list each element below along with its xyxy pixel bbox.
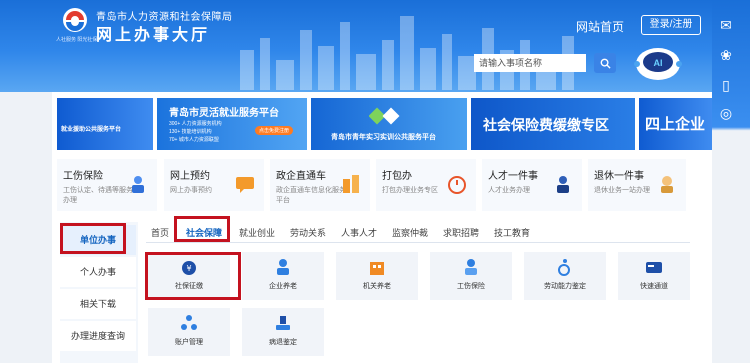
tab-employment[interactable]: 就业创业 <box>239 226 275 239</box>
tab-labor-relations[interactable]: 劳动关系 <box>290 226 326 239</box>
nav-downloads[interactable]: 相关下载 <box>60 289 136 319</box>
banner-line: 70+ 城市人力资源联盟 <box>169 137 219 143</box>
worker-icon <box>465 259 477 275</box>
service-institution-pension[interactable]: 机关养老 <box>336 252 418 300</box>
building-icon <box>370 262 384 275</box>
wheelchair-icon <box>558 259 570 276</box>
service-label: 病退鉴定 <box>269 339 297 346</box>
service-fast-track[interactable]: 快速通道 <box>618 252 690 300</box>
nav-personal-services[interactable]: 个人办事 <box>60 257 136 287</box>
card-online-booking[interactable]: 网上预约 网上办事预约 <box>164 159 264 211</box>
banner-line: 300+ 人力资源服务机构 <box>169 121 222 127</box>
tab-technical-education[interactable]: 技工教育 <box>494 226 530 239</box>
search-button[interactable] <box>594 53 616 73</box>
tab-divider <box>146 242 690 243</box>
tab-personnel[interactable]: 人事人才 <box>341 226 377 239</box>
home-link[interactable]: 网站首页 <box>576 18 624 35</box>
card-desc: 工伤认定、待遇等服务办理 <box>63 187 133 204</box>
ai-assistant-robot-icon[interactable]: AI <box>633 40 683 82</box>
banner-title: 青岛市灵活就业服务平台 <box>169 108 279 119</box>
city-skyline-graphic <box>240 16 574 90</box>
service-work-injury-insurance[interactable]: 工伤保险 <box>430 252 512 300</box>
mini-program-icon[interactable]: ❀ <box>715 44 737 66</box>
service-account-management[interactable]: 账户管理 <box>148 308 230 356</box>
banner-deferred-payment[interactable]: 社会保险费缓缴专区 <box>471 98 635 150</box>
highlight-box-nav <box>60 223 126 254</box>
banner-title: 四上企业 <box>645 116 706 133</box>
highlight-box-tab <box>174 216 230 242</box>
search-icon <box>600 58 611 69</box>
highlight-box-service <box>145 252 241 300</box>
service-label: 工伤保险 <box>457 283 485 290</box>
card-package-service[interactable]: 打包办 打包办理业务专区 <box>376 159 476 211</box>
search-input[interactable] <box>474 54 586 72</box>
chat-icon <box>236 177 254 193</box>
card-retirement-service[interactable]: 退休一件事 退休业务一站办理 <box>588 159 686 211</box>
card-work-injury[interactable]: 工伤保险 工伤认定、待遇等服务办理 <box>57 159 157 211</box>
service-work-ability-assessment[interactable]: 劳动能力鉴定 <box>524 252 606 300</box>
tab-home[interactable]: 首页 <box>151 226 169 239</box>
banner-line: 130+ 技能培训机构 <box>169 129 212 135</box>
card-gov-enterprise[interactable]: 政企直通车 政企直通车信息化服务平台 <box>270 159 370 211</box>
header-banner: 人社服务 阳光社保 青岛市人力资源和社会保障局 网上办事大厅 网站首页 登录/注… <box>0 0 750 92</box>
network-icon <box>181 315 197 330</box>
worker-icon <box>132 176 144 193</box>
building-icon <box>343 175 359 193</box>
login-register-button[interactable]: 登录/注册 <box>641 15 701 35</box>
service-enterprise-pension[interactable]: 企业养老 <box>242 252 324 300</box>
card-desc: 政企直通车信息化服务平台 <box>276 187 346 204</box>
person-icon <box>277 259 289 275</box>
banner-title: 社会保险费缓缴专区 <box>483 117 609 133</box>
service-label: 账户管理 <box>175 339 203 346</box>
banner-flexible-employment[interactable]: 青岛市灵活就业服务平台 300+ 人力资源服务机构 130+ 技能培训机构 70… <box>157 98 307 150</box>
wechat-icon[interactable]: ✉ <box>715 14 737 36</box>
platform-logo-icon <box>369 107 400 125</box>
banner-employment-aid[interactable]: 就业援助公共服务平台 <box>57 98 153 150</box>
stamp-icon <box>276 316 290 330</box>
service-label: 机关养老 <box>363 283 391 290</box>
bureau-logo-icon <box>63 8 87 32</box>
tab-arbitration[interactable]: 监察仲裁 <box>392 226 428 239</box>
banner-title: 青岛市青年实习实训公共服务平台 <box>331 134 436 141</box>
alarm-clock-icon <box>448 176 466 194</box>
nav-progress-query[interactable]: 办理进度查询 <box>60 321 136 351</box>
card-icon <box>646 262 662 273</box>
robot-label: AI <box>654 58 663 68</box>
card-talent-service[interactable]: 人才一件事 人才业务办理 <box>482 159 582 211</box>
service-label: 劳动能力鉴定 <box>544 283 586 290</box>
accessibility-icon[interactable]: ◎ <box>715 102 737 124</box>
banner-youth-internship[interactable]: 青岛市青年实习实训公共服务平台 <box>311 98 467 150</box>
tab-job-search[interactable]: 求职招聘 <box>443 226 479 239</box>
service-label: 快速通道 <box>640 283 668 290</box>
service-sick-retirement-assessment[interactable]: 病退鉴定 <box>242 308 324 356</box>
mobile-app-icon[interactable]: ▯ <box>715 74 737 96</box>
banner-title: 就业援助公共服务平台 <box>61 127 122 133</box>
register-pill-button[interactable]: 点击免费注册 <box>255 126 294 135</box>
elderly-person-icon <box>661 176 673 193</box>
logo-caption: 人社服务 阳光社保 <box>56 37 98 43</box>
person-tie-icon <box>557 176 569 193</box>
banner-enterprise[interactable]: 四上企业 <box>639 98 712 150</box>
service-label: 企业养老 <box>269 283 297 290</box>
page-title: 网上办事大厅 <box>96 27 211 44</box>
